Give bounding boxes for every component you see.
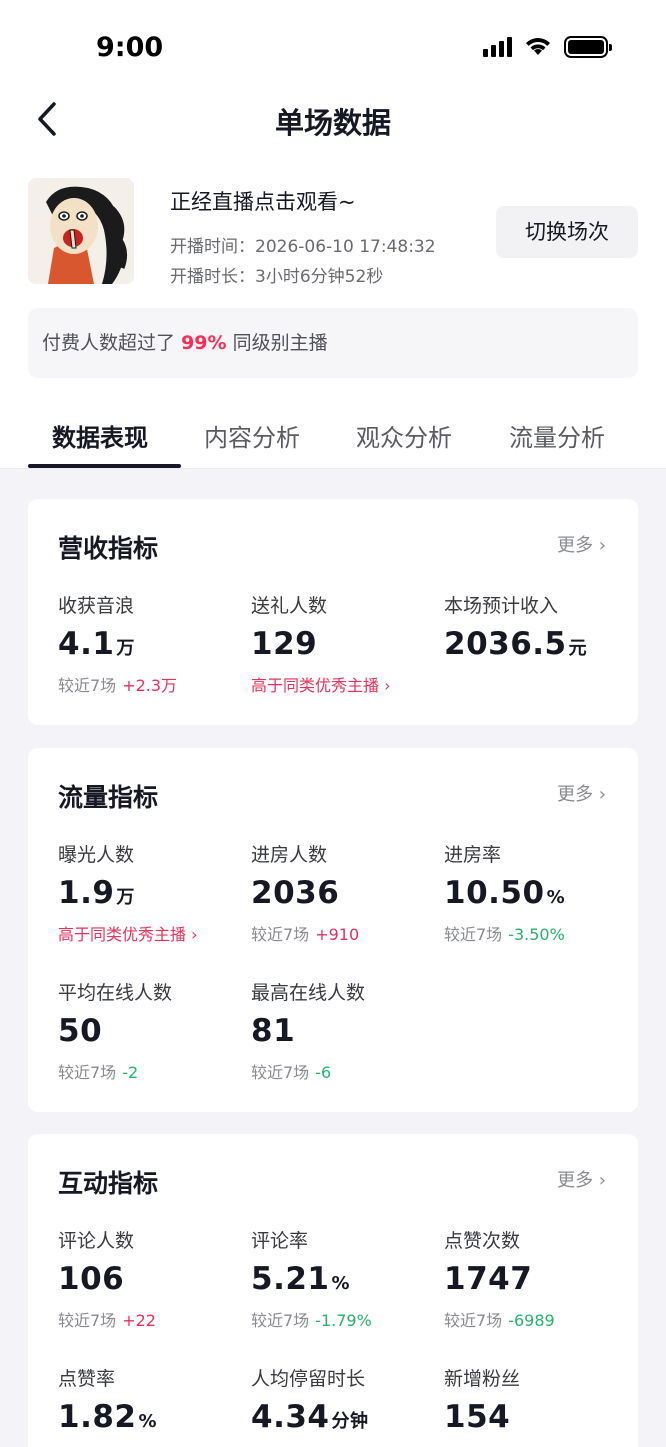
tab-audience-analysis[interactable]: 观众分析 (356, 418, 452, 453)
revenue-metrics-card: 营收指标 更多 › 收获音浪 4.1 万 较近7场 +2.3万 送礼人数 129 高… (28, 499, 638, 725)
metric-value: 4.1 万 (58, 626, 135, 662)
metric-label: 进房人数 (251, 844, 328, 866)
metric-avg-stay-time: 人均停留时长 4.34 分钟 (251, 1364, 441, 1435)
metric-value: 1.9 万 (58, 875, 135, 911)
avatar[interactable] (28, 178, 134, 284)
card-title: 互动指标 (58, 1169, 159, 1198)
more-link[interactable]: 更多 › (557, 1166, 606, 1192)
metric-value: 129 (251, 626, 318, 662)
metric-new-followers: 新增粉丝 154 (444, 1364, 634, 1435)
metric-peak-online: 最高在线人数 81 较近7场 -6 (251, 978, 441, 1083)
metric-label: 曝光人数 (58, 844, 135, 866)
benchmark-link[interactable]: 高于同类优秀主播 › (251, 672, 441, 696)
tab-bar: 数据表现 内容分析 观众分析 流量分析 (0, 400, 666, 470)
metric-label: 点赞率 (58, 1368, 116, 1390)
metric-comparison: 较近7场 -2 (58, 1063, 139, 1082)
metric-value: 5.21% (251, 1261, 351, 1297)
card-title: 营收指标 (58, 534, 159, 563)
metric-comparison: 较近7场 +910 (251, 925, 360, 944)
metric-gift-senders: 送礼人数 129 高于同类优秀主播 › (251, 591, 441, 696)
metric-value: 50 (58, 1013, 103, 1049)
avatar-illustration (28, 178, 134, 284)
metric-likes: 点赞次数 1747 较近7场 -6989 (444, 1226, 634, 1331)
metric-entry-rate: 进房率 10.50% 较近7场 -3.50% (444, 840, 634, 945)
metric-comparison: 较近7场 -3.50% (444, 925, 565, 944)
metric-label: 评论率 (251, 1230, 309, 1252)
tab-data-performance[interactable]: 数据表现 (52, 418, 148, 453)
banner-percent: 99% (181, 332, 227, 354)
live-title: 正经直播点击观看~ (170, 190, 356, 214)
tab-traffic-analysis[interactable]: 流量分析 (509, 418, 605, 453)
metric-label: 最高在线人数 (251, 982, 366, 1004)
metric-value: 1747 (444, 1261, 533, 1297)
status-time: 9:00 (96, 32, 164, 63)
wifi-icon (526, 38, 550, 55)
banner-prefix: 付费人数超过了 (42, 332, 176, 354)
metric-average-online: 平均在线人数 50 较近7场 -2 (58, 978, 248, 1083)
metric-commenters: 评论人数 106 较近7场 +22 (58, 1226, 248, 1331)
metric-value: 4.34 分钟 (251, 1399, 369, 1435)
metric-label: 进房率 (444, 844, 502, 866)
metric-label: 评论人数 (58, 1230, 135, 1252)
more-link[interactable]: 更多 › (557, 531, 606, 557)
cellular-signal-icon (483, 37, 512, 57)
metric-label: 收获音浪 (58, 595, 135, 617)
page-title: 单场数据 (274, 106, 391, 140)
metric-comparison: 较近7场 -1.79% (251, 1311, 372, 1330)
live-duration: 开播时长：3小时6分钟52秒 (170, 267, 384, 287)
metric-comparison: 较近7场 +22 (58, 1311, 156, 1330)
metric-comparison: 较近7场 -6 (251, 1063, 332, 1082)
status-icons (483, 36, 612, 58)
metric-comment-rate: 评论率 5.21% 较近7场 -1.79% (251, 1226, 441, 1331)
tab-content-analysis[interactable]: 内容分析 (204, 418, 300, 453)
metric-room-entries: 进房人数 2036 较近7场 +910 (251, 840, 441, 945)
metric-label: 人均停留时长 (251, 1368, 366, 1390)
metric-label: 新增粉丝 (444, 1368, 521, 1390)
more-link[interactable]: 更多 › (557, 780, 606, 806)
metric-value: 81 (251, 1013, 296, 1049)
metric-value: 106 (58, 1261, 125, 1297)
metric-comparison: 较近7场 +2.3万 (58, 676, 178, 695)
metric-sound-waves: 收获音浪 4.1 万 较近7场 +2.3万 (58, 591, 248, 696)
content-area: 营收指标 更多 › 收获音浪 4.1 万 较近7场 +2.3万 送礼人数 129 高… (0, 469, 666, 1447)
benchmark-link[interactable]: 高于同类优秀主播 › (58, 921, 248, 945)
switch-session-button[interactable]: 切换场次 (496, 206, 638, 258)
metric-value: 1.82% (58, 1399, 158, 1435)
banner-suffix: 同级别主播 (232, 332, 328, 354)
battery-icon (564, 36, 612, 58)
metric-label: 平均在线人数 (58, 982, 173, 1004)
metric-like-rate: 点赞率 1.82% (58, 1364, 248, 1435)
live-start-time: 开播时间：2026-06-10 17:48:32 (170, 237, 436, 257)
metric-value: 10.50% (444, 875, 566, 911)
metric-value: 2036.5 元 (444, 626, 588, 662)
metric-label: 送礼人数 (251, 595, 328, 617)
metric-label: 点赞次数 (444, 1230, 521, 1252)
metric-label: 本场预计收入 (444, 595, 559, 617)
card-title: 流量指标 (58, 783, 159, 812)
paid-users-banner: 付费人数超过了 99% 同级别主播 (28, 308, 638, 378)
metric-value: 2036 (251, 875, 340, 911)
live-session-header: 正经直播点击观看~ 开播时间：2026-06-10 17:48:32 开播时长：… (28, 178, 638, 288)
interaction-metrics-card: 互动指标 更多 › 评论人数 106 较近7场 +22 评论率 5.21% 较近7… (28, 1134, 638, 1447)
traffic-metrics-card: 流量指标 更多 › 曝光人数 1.9 万 高于同类优秀主播 › 进房人数 2036… (28, 748, 638, 1112)
metric-impressions: 曝光人数 1.9 万 高于同类优秀主播 › (58, 840, 248, 945)
status-bar: 9:00 (0, 0, 666, 96)
nav-bar: 单场数据 (0, 96, 666, 142)
metric-comparison: 较近7场 -6989 (444, 1311, 555, 1330)
metric-value: 154 (444, 1399, 511, 1435)
metric-estimated-income: 本场预计收入 2036.5 元 (444, 591, 634, 662)
